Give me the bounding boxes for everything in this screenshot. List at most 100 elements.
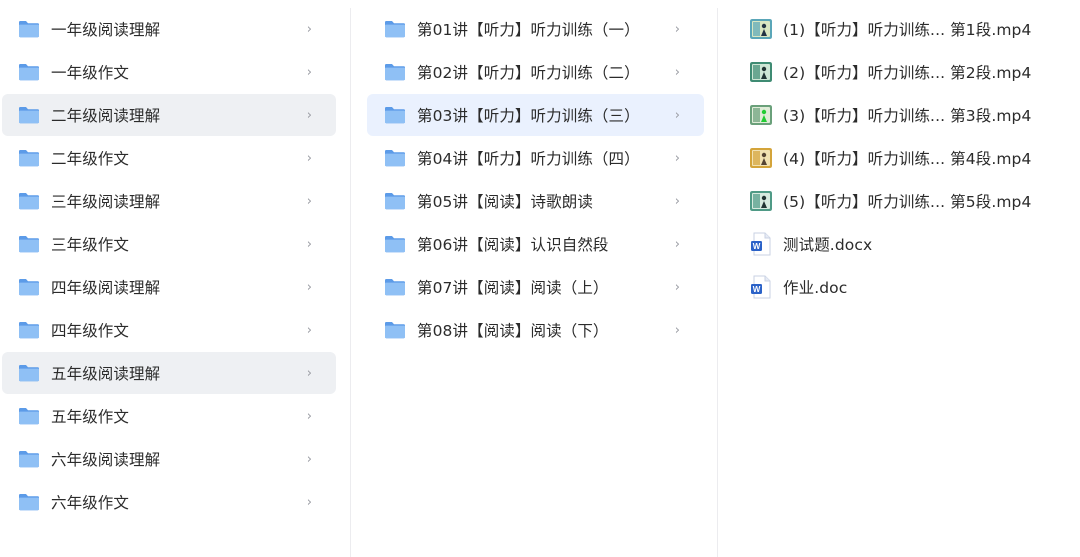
folder-name: 三年级阅读理解 (51, 193, 161, 211)
folder-icon (18, 277, 40, 297)
folder-name: 一年级作文 (51, 64, 130, 82)
chevron-right-icon: › (674, 322, 680, 338)
folder-icon (384, 148, 406, 168)
folder-icon (18, 234, 40, 254)
folder-icon (18, 62, 40, 82)
folder-row[interactable]: 三年级阅读理解 › (2, 180, 336, 222)
file-row[interactable]: (3)【听力】听力训练... 第3段.mp4 (734, 94, 1064, 136)
chevron-right-icon: › (306, 64, 312, 80)
folder-row[interactable]: 第01讲【听力】听力训练（一） › (367, 8, 704, 50)
file-row[interactable]: W 作业.doc (734, 266, 1064, 308)
folder-row[interactable]: 四年级阅读理解 › (2, 266, 336, 308)
folder-icon (18, 406, 40, 426)
folder-name: 一年级阅读理解 (51, 21, 161, 39)
file-name: 作业.doc (783, 279, 848, 297)
folder-row[interactable]: 第06讲【阅读】认识自然段 › (367, 223, 704, 265)
word-doc-icon: W (750, 232, 772, 256)
chevron-right-icon: › (306, 107, 312, 123)
file-name: (3)【听力】听力训练... 第3段.mp4 (783, 107, 1032, 125)
folder-name: 三年级作文 (51, 236, 130, 254)
file-name: (5)【听力】听力训练... 第5段.mp4 (783, 193, 1032, 211)
file-column: (1)【听力】听力训练... 第1段.mp4 (2)【听力】听力训练... 第2段… (718, 0, 1080, 557)
chevron-right-icon: › (306, 408, 312, 424)
video-thumbnail-icon (750, 191, 772, 211)
folder-name: 第03讲【听力】听力训练（三） (417, 107, 640, 125)
file-name: (4)【听力】听力训练... 第4段.mp4 (783, 150, 1032, 168)
file-row[interactable]: (4)【听力】听力训练... 第4段.mp4 (734, 137, 1064, 179)
folder-name: 第04讲【听力】听力训练（四） (417, 150, 640, 168)
folder-row[interactable]: 四年级作文 › (2, 309, 336, 351)
chevron-right-icon: › (674, 64, 680, 80)
folder-icon (384, 234, 406, 254)
chevron-right-icon: › (306, 236, 312, 252)
chevron-right-icon: › (674, 107, 680, 123)
folder-icon (18, 320, 40, 340)
folder-name: 五年级作文 (51, 408, 130, 426)
folder-name: 第05讲【阅读】诗歌朗读 (417, 193, 593, 211)
folder-icon (384, 277, 406, 297)
chevron-right-icon: › (306, 193, 312, 209)
folder-row[interactable]: 六年级阅读理解 › (2, 438, 336, 480)
folder-row[interactable]: 一年级作文 › (2, 51, 336, 93)
folder-column-grades: 一年级阅读理解 › 一年级作文 › 二年级阅读理解 › 二年级作文 › 三年级阅读理解 › 三年级作… (0, 0, 350, 557)
folder-icon (384, 320, 406, 340)
word-doc-icon: W (750, 275, 772, 299)
folder-icon (18, 363, 40, 383)
folder-icon (18, 492, 40, 512)
folder-name: 二年级作文 (51, 150, 130, 168)
file-row[interactable]: W 测试题.docx (734, 223, 1064, 265)
folder-name: 第02讲【听力】听力训练（二） (417, 64, 640, 82)
folder-name: 第01讲【听力】听力训练（一） (417, 21, 640, 39)
folder-name: 第06讲【阅读】认识自然段 (417, 236, 609, 254)
folder-row[interactable]: 二年级作文 › (2, 137, 336, 179)
folder-row[interactable]: 三年级作文 › (2, 223, 336, 265)
folder-row[interactable]: 五年级作文 › (2, 395, 336, 437)
chevron-right-icon: › (306, 150, 312, 166)
file-row[interactable]: (2)【听力】听力训练... 第2段.mp4 (734, 51, 1064, 93)
folder-name: 第07讲【阅读】阅读（上） (417, 279, 609, 297)
chevron-right-icon: › (674, 150, 680, 166)
folder-name: 二年级阅读理解 (51, 107, 161, 125)
folder-row[interactable]: 第02讲【听力】听力训练（二） › (367, 51, 704, 93)
folder-icon (18, 105, 40, 125)
file-name: (1)【听力】听力训练... 第1段.mp4 (783, 21, 1032, 39)
chevron-right-icon: › (674, 21, 680, 37)
folder-icon (384, 19, 406, 39)
folder-icon (18, 191, 40, 211)
file-row[interactable]: (5)【听力】听力训练... 第5段.mp4 (734, 180, 1064, 222)
file-name: 测试题.docx (783, 236, 873, 254)
folder-name: 六年级阅读理解 (51, 451, 161, 469)
folder-row[interactable]: 六年级作文 › (2, 481, 336, 523)
folder-row[interactable]: 第03讲【听力】听力训练（三） › (367, 94, 704, 136)
folder-row[interactable]: 第04讲【听力】听力训练（四） › (367, 137, 704, 179)
file-browser: 一年级阅读理解 › 一年级作文 › 二年级阅读理解 › 二年级作文 › 三年级阅读理解 › 三年级作… (0, 0, 1080, 557)
folder-icon (384, 62, 406, 82)
svg-text:W: W (753, 242, 761, 251)
chevron-right-icon: › (674, 193, 680, 209)
chevron-right-icon: › (306, 365, 312, 381)
folder-row[interactable]: 第08讲【阅读】阅读（下） › (367, 309, 704, 351)
folder-icon (384, 105, 406, 125)
folder-name: 六年级作文 (51, 494, 130, 512)
folder-icon (18, 449, 40, 469)
folder-row[interactable]: 第05讲【阅读】诗歌朗读 › (367, 180, 704, 222)
chevron-right-icon: › (306, 494, 312, 510)
svg-text:W: W (753, 285, 761, 294)
chevron-right-icon: › (306, 21, 312, 37)
file-row[interactable]: (1)【听力】听力训练... 第1段.mp4 (734, 8, 1064, 50)
folder-name: 四年级阅读理解 (51, 279, 161, 297)
folder-icon (18, 148, 40, 168)
video-thumbnail-icon (750, 62, 772, 82)
chevron-right-icon: › (674, 236, 680, 252)
chevron-right-icon: › (306, 451, 312, 467)
chevron-right-icon: › (674, 279, 680, 295)
folder-icon (384, 191, 406, 211)
folder-name: 五年级阅读理解 (51, 365, 161, 383)
folder-icon (18, 19, 40, 39)
folder-row[interactable]: 五年级阅读理解 › (2, 352, 336, 394)
video-thumbnail-icon (750, 148, 772, 168)
folder-row[interactable]: 一年级阅读理解 › (2, 8, 336, 50)
video-thumbnail-icon (750, 19, 772, 39)
folder-row[interactable]: 二年级阅读理解 › (2, 94, 336, 136)
folder-row[interactable]: 第07讲【阅读】阅读（上） › (367, 266, 704, 308)
